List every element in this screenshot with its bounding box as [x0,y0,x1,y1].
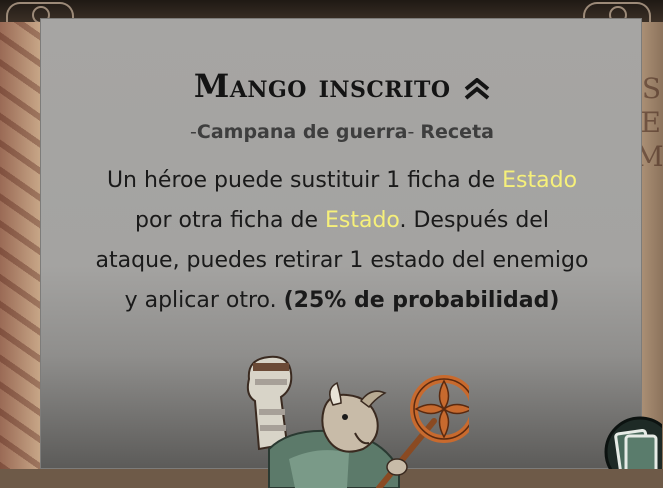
card-deck-icon[interactable] [600,408,662,469]
item-title-row: Mango inscrito [41,67,643,105]
double-chevron-up-icon [464,77,490,100]
desc-line: por otra ficha de Estado. Después del [135,208,549,233]
item-subtitle: -Campana de guerra- Receta [190,121,494,143]
item-source: Campana de guerra [196,121,408,143]
map-edge-left [0,22,40,469]
item-tooltip: Mango inscrito -Campana de guerra- Recet… [40,18,643,488]
goat-hero-character-art [246,355,469,488]
desc-line: y aplicar otro. (25% de probabilidad) [124,288,560,313]
probability-text: (25% de probabilidad) [283,288,560,313]
item-type: Receta [420,121,494,143]
status-keyword: Estado [324,208,400,233]
status-keyword: Estado [502,168,578,193]
desc-line: ataque, puedes retirar 1 estado del enem… [95,248,589,273]
item-description: Un héroe puede sustituir 1 ficha de Esta… [41,161,643,321]
desc-line: Un héroe puede sustituir 1 ficha de Esta… [106,168,578,193]
item-title: Mango inscrito [193,67,451,105]
